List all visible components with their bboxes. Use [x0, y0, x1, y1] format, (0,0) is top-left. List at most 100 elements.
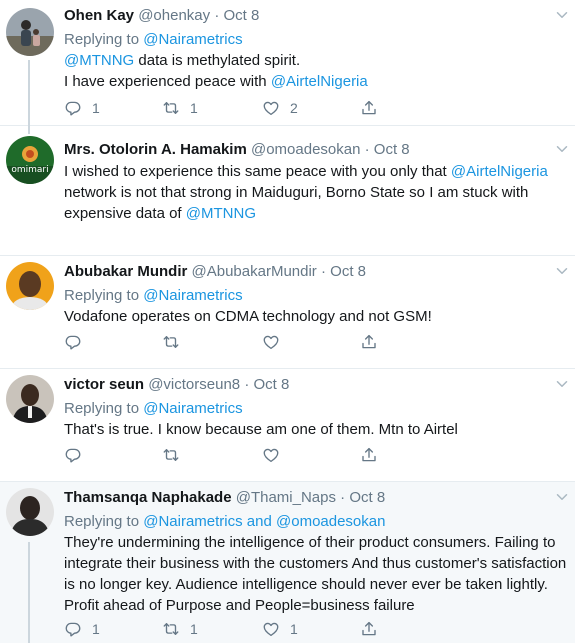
- chevron-down-icon[interactable]: [553, 375, 571, 393]
- mention-link[interactable]: @AirtelNigeria: [451, 163, 548, 180]
- share-button[interactable]: [360, 619, 378, 639]
- retweet-button[interactable]: [162, 332, 180, 352]
- replying-to: Replying to @Nairametrics: [64, 29, 567, 50]
- tweet-date[interactable]: Oct 8: [253, 376, 289, 393]
- tweet-actions: [64, 445, 384, 465]
- tweet-date[interactable]: Oct 8: [224, 7, 260, 24]
- reply-button[interactable]: 1: [64, 619, 100, 639]
- share-icon: [360, 99, 378, 117]
- tweet-abubakar-mundir[interactable]: Abubakar Mundir @AbubakarMundir · Oct 8 …: [0, 256, 575, 369]
- tweet-header: Ohen Kay @ohenkay · Oct 8: [64, 6, 567, 26]
- like-count: 2: [290, 100, 298, 116]
- mention-link[interactable]: @MTNNG: [64, 52, 134, 69]
- like-button[interactable]: [262, 445, 280, 465]
- tweet-body: Abubakar Mundir @AbubakarMundir · Oct 8 …: [64, 262, 567, 327]
- share-icon: [360, 446, 378, 464]
- thread-line: [28, 126, 30, 134]
- tweet-text-segment: Vodafone operates on CDMA technology and…: [64, 308, 432, 325]
- like-count: 1: [290, 621, 298, 637]
- retweet-count: 1: [190, 100, 198, 116]
- tweet-text-segment: is no longer key. Audience intelligence …: [64, 576, 548, 593]
- tweet-otolorin-hamakim[interactable]: omimari Mrs. Otolorin A. Hamakim @omoade…: [0, 126, 575, 256]
- user-handle[interactable]: @Thami_Naps: [236, 489, 336, 506]
- display-name[interactable]: Abubakar Mundir: [64, 263, 187, 280]
- share-button[interactable]: [360, 98, 378, 118]
- avatar-otolorin-hamakim[interactable]: omimari: [6, 136, 54, 184]
- separator-dot: ·: [244, 376, 250, 393]
- reply-button[interactable]: [64, 445, 82, 465]
- tweet-thamsanqa-naphakade[interactable]: Thamsanqa Naphakade @Thami_Naps · Oct 8 …: [0, 482, 575, 643]
- replying-to-mention[interactable]: @Nairametrics: [143, 400, 242, 417]
- display-name[interactable]: Ohen Kay: [64, 7, 134, 24]
- tweet-date[interactable]: Oct 8: [374, 141, 410, 158]
- reply-icon: [64, 99, 82, 117]
- heart-icon: [262, 620, 280, 638]
- replying-to-mention[interactable]: @Nairametrics: [143, 31, 242, 48]
- tweet-date[interactable]: Oct 8: [349, 489, 385, 506]
- user-handle[interactable]: @AbubakarMundir: [192, 263, 317, 280]
- like-button[interactable]: [262, 332, 280, 352]
- tweet-text-segment: I have experienced peace with: [64, 73, 271, 90]
- avatar-text: omimari: [11, 165, 48, 175]
- tweet-date[interactable]: Oct 8: [330, 263, 366, 280]
- display-name[interactable]: victor seun: [64, 376, 144, 393]
- share-button[interactable]: [360, 332, 378, 352]
- separator-dot: ·: [214, 7, 220, 24]
- tweet-header: Abubakar Mundir @AbubakarMundir · Oct 8: [64, 262, 567, 282]
- replying-to: Replying to @Nairametrics and @omoadesok…: [64, 511, 567, 532]
- user-handle[interactable]: @ohenkay: [138, 7, 210, 24]
- chevron-down-icon[interactable]: [553, 262, 571, 280]
- replying-to-mention[interactable]: @omoadesokan: [276, 513, 385, 530]
- tweet-header: Thamsanqa Naphakade @Thami_Naps · Oct 8: [64, 488, 567, 508]
- display-name[interactable]: Mrs. Otolorin A. Hamakim: [64, 141, 247, 158]
- thread-line: [28, 60, 30, 126]
- reply-button[interactable]: [64, 332, 82, 352]
- tweet-text-segment: Profit ahead of Purpose and People=busin…: [64, 597, 415, 614]
- replying-to-mention[interactable]: @Nairametrics: [143, 513, 242, 530]
- tweet-header: victor seun @victorseun8 · Oct 8: [64, 375, 567, 395]
- tweet-victor-seun[interactable]: victor seun @victorseun8 · Oct 8 Replyin…: [0, 369, 575, 482]
- tweet-ohen-kay[interactable]: Ohen Kay @ohenkay · Oct 8 Replying to @N…: [0, 0, 575, 126]
- thread-line: [28, 542, 30, 643]
- tweet-text: That's is true. I know because am one of…: [64, 419, 567, 440]
- avatar-thamsanqa-naphakade[interactable]: [6, 488, 54, 536]
- share-button[interactable]: [360, 445, 378, 465]
- replying-to: Replying to @Nairametrics: [64, 285, 567, 306]
- retweet-button[interactable]: 1: [162, 98, 198, 118]
- like-button[interactable]: 1: [262, 619, 298, 639]
- mention-link[interactable]: @MTNNG: [186, 205, 256, 222]
- reply-icon: [64, 620, 82, 638]
- retweet-icon: [162, 620, 180, 638]
- tweet-body: Thamsanqa Naphakade @Thami_Naps · Oct 8 …: [64, 488, 567, 616]
- avatar-ohen-kay[interactable]: [6, 8, 54, 56]
- chevron-down-icon[interactable]: [553, 140, 571, 158]
- avatar-abubakar-mundir[interactable]: [6, 262, 54, 310]
- heart-icon: [262, 99, 280, 117]
- retweet-button[interactable]: 1: [162, 619, 198, 639]
- reply-icon: [64, 446, 82, 464]
- avatar-victor-seun[interactable]: [6, 375, 54, 423]
- chevron-down-icon[interactable]: [553, 6, 571, 24]
- retweet-count: 1: [190, 621, 198, 637]
- tweet-text: @MTNNG data is methylated spirit. I have…: [64, 50, 567, 92]
- user-handle[interactable]: @omoadesokan: [251, 141, 360, 158]
- tweet-text-segment: data is methylated spirit.: [134, 52, 301, 69]
- chevron-down-icon[interactable]: [553, 488, 571, 506]
- tweet-body: Mrs. Otolorin A. Hamakim @omoadesokan · …: [64, 140, 567, 224]
- reply-count: 1: [92, 621, 100, 637]
- tweet-text: I wished to experience this same peace w…: [64, 161, 567, 224]
- like-button[interactable]: 2: [262, 98, 298, 118]
- tweet-actions: 1 1 1: [64, 619, 384, 639]
- reply-button[interactable]: 1: [64, 98, 100, 118]
- user-handle[interactable]: @victorseun8: [148, 376, 240, 393]
- mention-link[interactable]: @AirtelNigeria: [271, 73, 368, 90]
- replying-to-mention[interactable]: @Nairametrics: [143, 287, 242, 304]
- retweet-icon: [162, 99, 180, 117]
- tweet-body: victor seun @victorseun8 · Oct 8 Replyin…: [64, 375, 567, 440]
- display-name[interactable]: Thamsanqa Naphakade: [64, 489, 232, 506]
- replying-to-label: Replying to: [64, 513, 140, 530]
- reply-timeline: Ohen Kay @ohenkay · Oct 8 Replying to @N…: [0, 0, 575, 643]
- tweet-actions: 1 1 2: [64, 98, 384, 118]
- tweet-text-segment: I wished to experience this same peace w…: [64, 163, 451, 180]
- retweet-button[interactable]: [162, 445, 180, 465]
